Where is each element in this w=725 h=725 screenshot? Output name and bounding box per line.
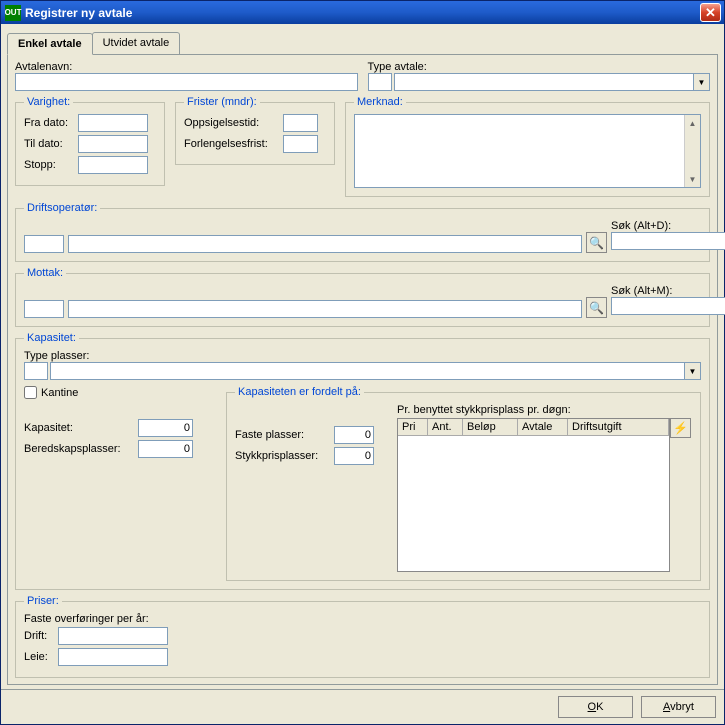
stopp-label: Stopp: xyxy=(24,159,74,171)
driftsoperator-lookup-button[interactable]: 🔍 xyxy=(586,232,607,253)
varighet-fieldset: Varighet: Fra dato: Til dato: Stopp: xyxy=(15,96,165,186)
avbryt-button[interactable]: Avbryt xyxy=(641,696,716,718)
merknad-scrollbar[interactable]: ▲ ▼ xyxy=(684,115,700,187)
mottak-sok-input[interactable] xyxy=(611,297,725,315)
drift-label: Drift: xyxy=(24,630,54,642)
driftsoperator-sok-label: Søk (Alt+D): xyxy=(611,220,701,232)
mottak-code-input[interactable] xyxy=(24,300,64,318)
chevron-down-icon[interactable]: ▼ xyxy=(693,74,709,90)
beredskap-input[interactable] xyxy=(138,440,193,458)
scroll-up-icon[interactable]: ▲ xyxy=(685,115,700,131)
type-avtale-combo[interactable]: ▼ xyxy=(394,73,711,91)
kapasitet-legend: Kapasitet: xyxy=(24,332,79,344)
mottak-name-input[interactable] xyxy=(68,300,582,318)
mottak-fieldset: Mottak: 🔍 Søk (Alt+M): 🔭 xyxy=(15,267,710,327)
stykkpris-plasser-label: Stykkprisplasser: xyxy=(235,450,330,462)
frister-fieldset: Frister (mndr): Oppsigelsestid: Forlenge… xyxy=(175,96,335,165)
drift-input[interactable] xyxy=(58,627,168,645)
forlengelsesfrist-label: Forlengelsesfrist: xyxy=(184,138,279,150)
th-driftsutgift[interactable]: Driftsutgift xyxy=(568,419,669,435)
th-ant[interactable]: Ant. xyxy=(428,419,463,435)
window-title: Registrer ny avtale xyxy=(25,6,700,20)
priser-fieldset: Priser: Faste overføringer per år: Drift… xyxy=(15,595,710,678)
leie-input[interactable] xyxy=(58,648,168,666)
kapasitet-num-input[interactable] xyxy=(138,419,193,437)
ok-button[interactable]: OK xyxy=(558,696,633,718)
tab-strip: Enkel avtale Utvidet avtale xyxy=(7,32,718,54)
titlebar: OUT Registrer ny avtale ✕ xyxy=(1,1,724,24)
table-header-row: Pri Ant. Beløp Avtale Driftsutgift xyxy=(398,419,669,436)
type-avtale-code-input[interactable] xyxy=(368,73,392,91)
oppsigelsestid-input[interactable] xyxy=(283,114,318,132)
faste-plasser-input[interactable] xyxy=(334,426,374,444)
priser-sublabel: Faste overføringer per år: xyxy=(24,613,149,625)
merknad-fieldset: Merknad: ▲ ▼ xyxy=(345,96,710,197)
kapasitet-fieldset: Kapasitet: Type plasser: ▼ Kantine xyxy=(15,332,710,590)
chevron-down-icon[interactable]: ▼ xyxy=(684,363,700,379)
app-icon: OUT xyxy=(5,5,21,21)
leie-label: Leie: xyxy=(24,651,54,663)
row-avtalenavn-typeavtale: Avtalenavn: Type avtale: ▼ xyxy=(15,61,710,91)
type-plasser-combo[interactable]: ▼ xyxy=(50,362,701,380)
stykkpris-table[interactable]: Pri Ant. Beløp Avtale Driftsutgift xyxy=(397,418,670,572)
forlengelsesfrist-input[interactable] xyxy=(283,135,318,153)
tab-enkel-avtale[interactable]: Enkel avtale xyxy=(7,33,93,55)
tab-utvidet-avtale[interactable]: Utvidet avtale xyxy=(92,32,181,54)
main-window: OUT Registrer ny avtale ✕ Enkel avtale U… xyxy=(0,0,725,725)
mottak-lookup-button[interactable]: 🔍 xyxy=(586,297,607,318)
kantine-label: Kantine xyxy=(41,387,78,399)
th-avtale[interactable]: Avtale xyxy=(518,419,568,435)
type-plasser-code-input[interactable] xyxy=(24,362,48,380)
avtalenavn-label: Avtalenavn: xyxy=(15,61,358,73)
fra-dato-input[interactable] xyxy=(78,114,148,132)
kantine-checkbox[interactable] xyxy=(24,386,37,399)
til-dato-label: Til dato: xyxy=(24,138,74,150)
varighet-legend: Varighet: xyxy=(24,96,73,108)
lightning-icon: ⚡ xyxy=(673,421,688,435)
mottak-legend: Mottak: xyxy=(24,267,66,279)
scroll-down-icon[interactable]: ▼ xyxy=(685,171,700,187)
frister-legend: Frister (mndr): xyxy=(184,96,260,108)
priser-legend: Priser: xyxy=(24,595,62,607)
merknad-legend: Merknad: xyxy=(354,96,406,108)
driftsoperator-name-input[interactable] xyxy=(68,235,582,253)
fra-dato-label: Fra dato: xyxy=(24,117,74,129)
kapasitet-num-label: Kapasitet: xyxy=(24,422,134,434)
table-caption: Pr. benyttet stykkprisplass pr. døgn: xyxy=(397,404,692,416)
th-pri[interactable]: Pri xyxy=(398,419,428,435)
type-avtale-label: Type avtale: xyxy=(368,61,711,73)
beredskap-label: Beredskapsplasser: xyxy=(24,443,134,455)
driftsoperator-code-input[interactable] xyxy=(24,235,64,253)
faste-plasser-label: Faste plasser: xyxy=(235,429,330,441)
stykkpris-plasser-input[interactable] xyxy=(334,447,374,465)
th-belop[interactable]: Beløp xyxy=(463,419,518,435)
search-icon: 🔍 xyxy=(589,301,604,315)
tab-panel: Avtalenavn: Type avtale: ▼ xyxy=(7,54,718,685)
footer-bar: OK Avbryt xyxy=(1,689,724,724)
merknad-textarea[interactable] xyxy=(355,115,684,187)
row-varighet-frister-merknad: Varighet: Fra dato: Til dato: Stopp: xyxy=(15,96,710,197)
table-action-button[interactable]: ⚡ xyxy=(670,418,691,438)
til-dato-input[interactable] xyxy=(78,135,148,153)
driftsoperator-legend: Driftsoperatør: xyxy=(24,202,100,214)
avtalenavn-input[interactable] xyxy=(15,73,358,91)
driftsoperator-fieldset: Driftsoperatør: 🔍 Søk (Alt+D): 🔭 xyxy=(15,202,710,262)
fordelt-legend: Kapasiteten er fordelt på: xyxy=(235,386,364,398)
mottak-sok-label: Søk (Alt+M): xyxy=(611,285,701,297)
search-icon: 🔍 xyxy=(589,236,604,250)
content-area: Enkel avtale Utvidet avtale Avtalenavn: … xyxy=(1,24,724,689)
oppsigelsestid-label: Oppsigelsestid: xyxy=(184,117,279,129)
driftsoperator-sok-input[interactable] xyxy=(611,232,725,250)
stopp-input[interactable] xyxy=(78,156,148,174)
fordelt-fieldset: Kapasiteten er fordelt på: Faste plasser… xyxy=(226,386,701,581)
close-icon[interactable]: ✕ xyxy=(700,3,721,22)
type-plasser-label: Type plasser: xyxy=(24,350,701,362)
